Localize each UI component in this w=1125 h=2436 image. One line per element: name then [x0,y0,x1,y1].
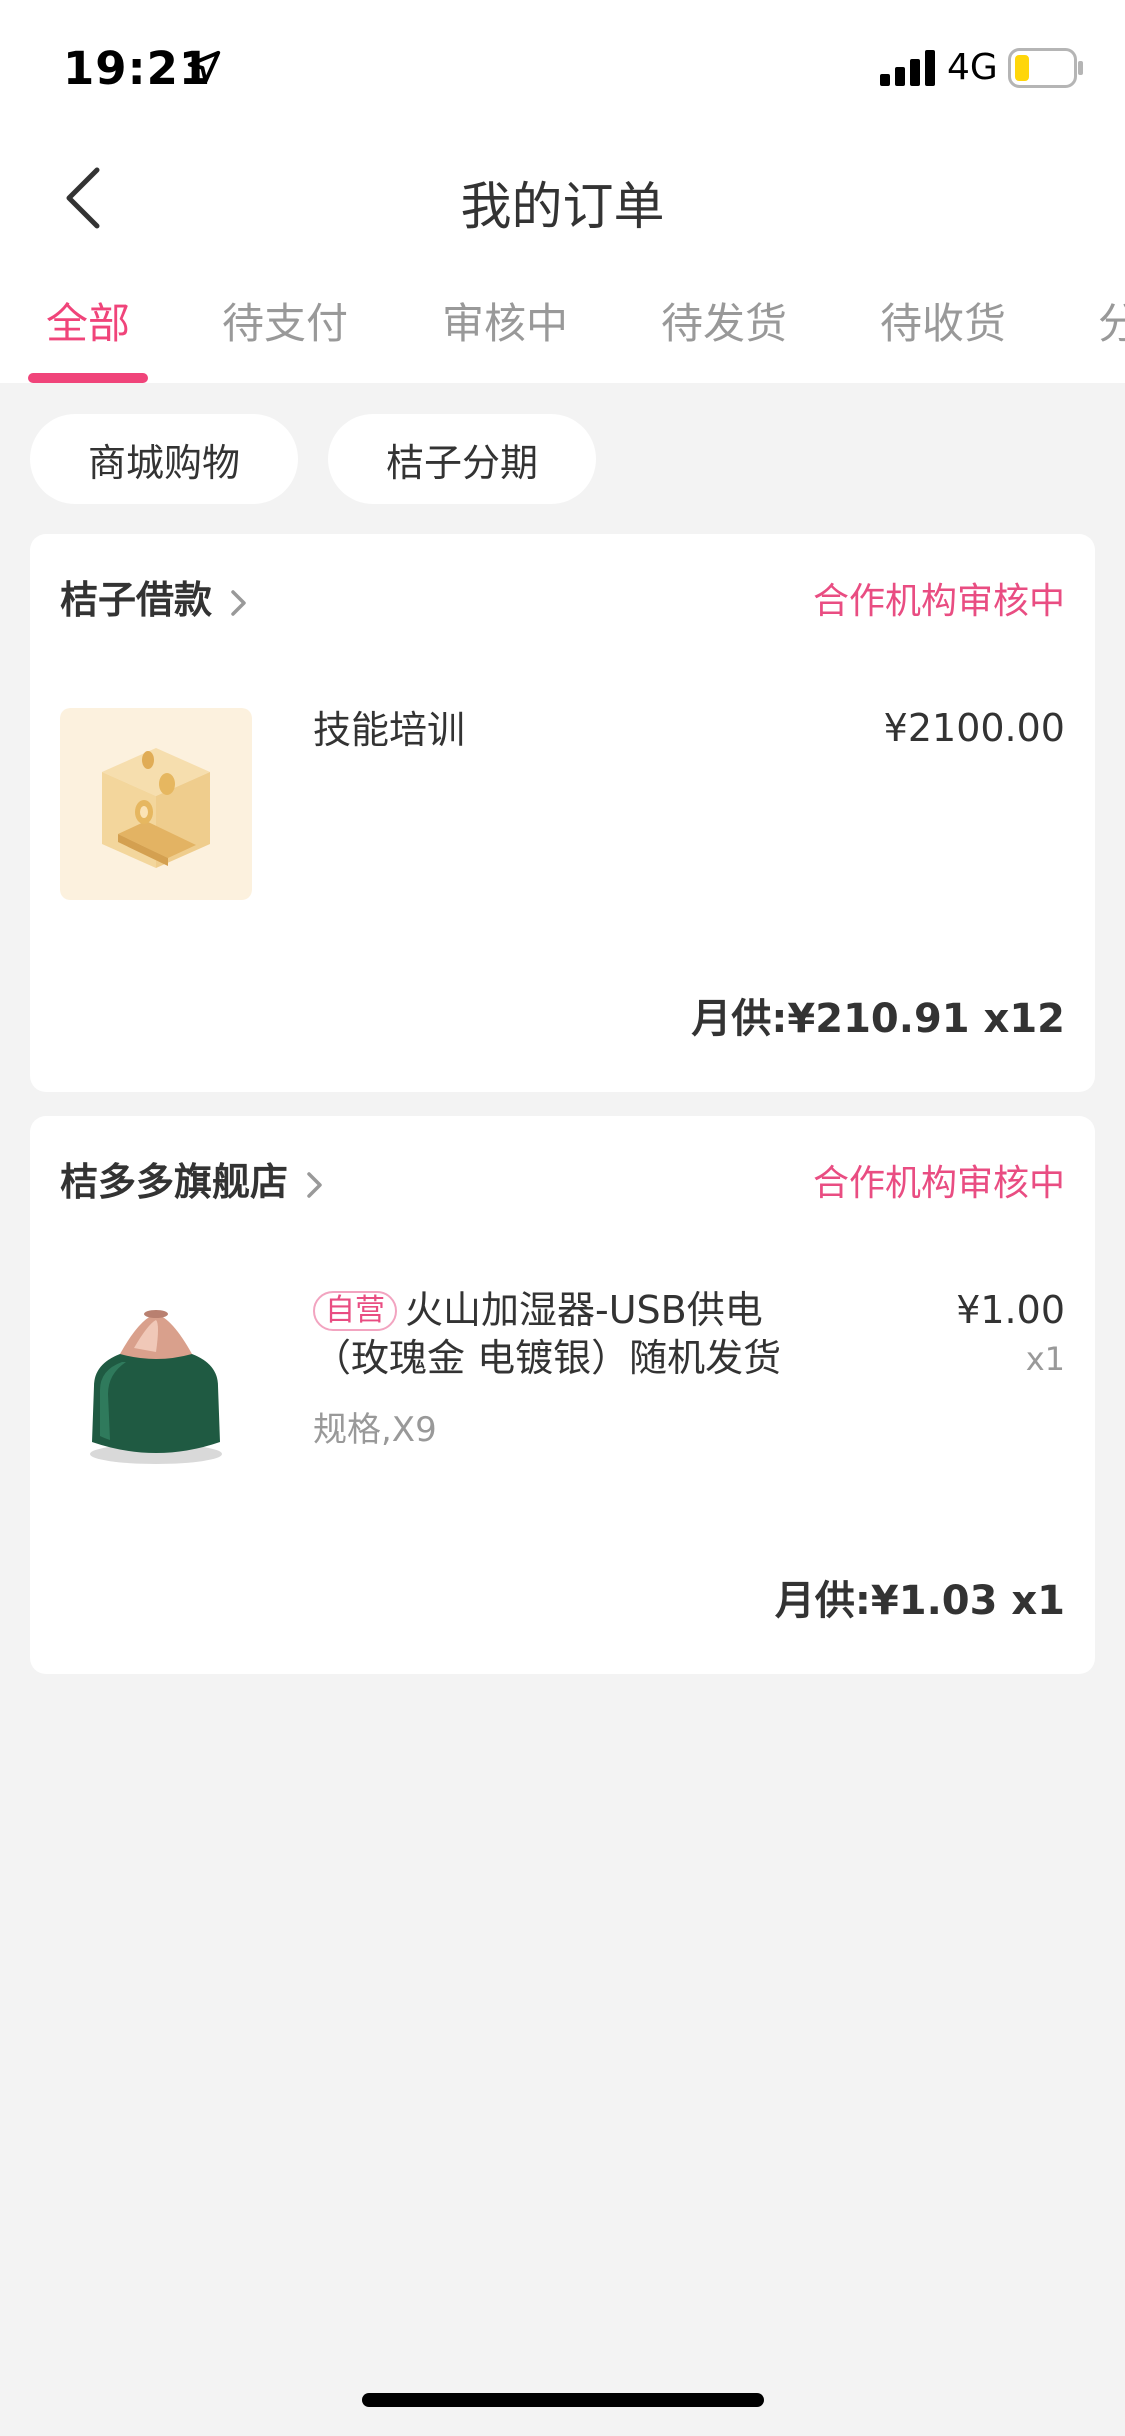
order-status: 合作机构审核中 [812,1163,1065,1204]
product-spec: 规格,X9 [313,1410,437,1450]
battery-low-icon [1008,48,1083,88]
store-link[interactable]: 桔子借款 [60,569,250,624]
product-title[interactable]: 技能培训 [313,706,465,754]
product-thumbnail[interactable] [60,708,252,900]
active-tab-indicator [28,373,148,383]
product-price: ¥2100.00 [883,706,1065,750]
home-indicator[interactable] [362,2393,764,2407]
self-operated-badge: 自营 [313,1291,397,1331]
chevron-right-icon [231,589,246,616]
order-status: 合作机构审核中 [812,581,1065,622]
store-name: 桔子借款 [60,578,213,622]
product-quantity: x1 [1025,1340,1065,1378]
order-card[interactable]: 桔多多旗舰店 合作机构审核中 自营 火山加湿器-USB供电 （玫瑰金 电镀银）随机… [30,1116,1095,1674]
tab-pending-payment[interactable]: 待支付 [222,290,348,351]
tab-all[interactable]: 全部 [46,290,130,351]
product-title-line2: （玫瑰金 电镀银）随机发货 [313,1336,782,1380]
product-price: ¥1.00 [956,1288,1065,1332]
tab-more[interactable]: 分 [1098,290,1125,351]
store-name: 桔多多旗舰店 [60,1160,289,1204]
tab-under-review[interactable]: 审核中 [442,290,568,351]
monthly-payment: 月供:¥210.91 x12 [691,996,1065,1042]
location-arrow-icon [187,50,221,84]
product-title-line1: 火山加湿器-USB供电 [405,1288,763,1332]
monthly-payment: 月供:¥1.03 x1 [774,1578,1065,1624]
chevron-right-icon [307,1171,322,1198]
order-card[interactable]: 桔子借款 合作机构审核中 技能培训 ¥2100.00 月供:¥210.91 x1… [30,534,1095,1092]
filter-mall-shopping[interactable]: 商城购物 [30,414,298,504]
order-status-tabs: 全部 待支付 审核中 待发货 待收货 分 [0,290,1125,383]
product-title[interactable]: 自营 火山加湿器-USB供电 （玫瑰金 电镀银）随机发货 [313,1286,781,1382]
signal-bars-icon [880,50,935,86]
store-link[interactable]: 桔多多旗舰店 [60,1151,326,1206]
page-title: 我的订单 [460,178,665,237]
network-type: 4G [947,47,998,88]
product-thumbnail[interactable] [60,1294,252,1486]
tab-pending-shipment[interactable]: 待发货 [661,290,787,351]
tab-pending-receipt[interactable]: 待收货 [880,290,1006,351]
filter-installment[interactable]: 桔子分期 [328,414,596,504]
